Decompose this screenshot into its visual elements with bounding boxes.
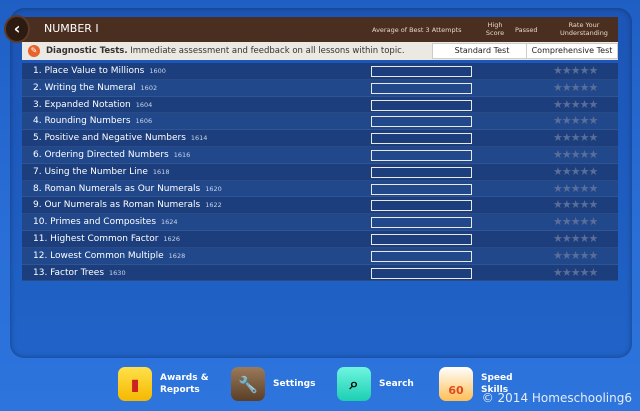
search-button[interactable]: ⌕ Search bbox=[337, 366, 414, 402]
score-bar bbox=[371, 233, 472, 245]
lesson-row[interactable]: 1. Place Value to Millions 1600 ★★★★★ bbox=[22, 63, 618, 80]
lesson-name[interactable]: 12. Lowest Common Multiple 1628 bbox=[33, 251, 185, 261]
lesson-name[interactable]: 6. Ordering Directed Numbers 1616 bbox=[33, 150, 190, 160]
settings-button[interactable]: 🔧 Settings bbox=[231, 366, 315, 402]
lesson-code: 1620 bbox=[205, 184, 222, 193]
lesson-name[interactable]: 10. Primes and Composites 1624 bbox=[33, 217, 178, 227]
lesson-row[interactable]: 6. Ordering Directed Numbers 1616 ★★★★★ bbox=[22, 146, 618, 164]
score-bar bbox=[371, 250, 472, 262]
lesson-row[interactable]: 11. Highest Common Factor 1626 ★★★★★ bbox=[22, 230, 618, 248]
search-icon: ⌕ bbox=[337, 367, 371, 401]
col-high-score: High Score bbox=[485, 21, 505, 37]
score-bar bbox=[371, 267, 472, 279]
lesson-code: 1614 bbox=[190, 134, 208, 143]
diagnostic-bar: ✎ Diagnostic Tests. Immediate assessment… bbox=[22, 42, 618, 60]
col-rate: Rate Your Understanding bbox=[560, 21, 608, 37]
diagnostic-icon: ✎ bbox=[28, 45, 40, 57]
topic-title: NUMBER I bbox=[44, 22, 99, 35]
lesson-name[interactable]: 11. Highest Common Factor 1626 bbox=[33, 234, 180, 244]
awards-reports-button[interactable]: ▮ Awards & Reports bbox=[118, 366, 220, 402]
lesson-row[interactable]: 10. Primes and Composites 1624 ★★★★★ bbox=[22, 214, 618, 231]
lesson-row[interactable]: 2. Writing the Numeral 1602 ★★★★★ bbox=[22, 79, 618, 97]
diagnostic-bold: Diagnostic Tests. bbox=[46, 46, 128, 56]
lesson-code: 1622 bbox=[205, 201, 222, 210]
lesson-name[interactable]: 9. Our Numerals as Roman Numerals 1622 bbox=[33, 200, 222, 210]
lesson-name[interactable]: 8. Roman Numerals as Our Numerals 1620 bbox=[33, 184, 222, 194]
score-bar bbox=[371, 82, 472, 94]
score-bar bbox=[371, 149, 472, 161]
col-passed: Passed bbox=[515, 26, 538, 34]
score-bar bbox=[371, 217, 472, 229]
rating-stars[interactable]: ★★★★★ bbox=[553, 64, 598, 77]
lesson-row[interactable]: 4. Rounding Numbers 1606 ★★★★★ bbox=[22, 113, 618, 131]
score-bar bbox=[371, 99, 472, 111]
rating-stars[interactable]: ★★★★★ bbox=[553, 249, 598, 262]
lesson-code: 1602 bbox=[140, 83, 158, 92]
col-average: Average of Best 3 Attempts bbox=[372, 26, 462, 34]
score-bar bbox=[371, 66, 472, 77]
lesson-name[interactable]: 7. Using the Number Line 1618 bbox=[33, 167, 169, 177]
lesson-row[interactable]: 7. Using the Number Line 1618 ★★★★★ bbox=[22, 163, 618, 181]
score-bar bbox=[371, 200, 472, 212]
lesson-name[interactable]: 5. Positive and Negative Numbers 1614 bbox=[33, 133, 207, 143]
lesson-row[interactable]: 3. Expanded Notation 1604 ★★★★★ bbox=[22, 96, 618, 114]
lesson-row[interactable]: 8. Roman Numerals as Our Numerals 1620 ★★★… bbox=[22, 180, 618, 198]
lesson-code: 1606 bbox=[135, 117, 153, 126]
rating-stars[interactable]: ★★★★★ bbox=[553, 182, 598, 195]
rating-stars[interactable]: ★★★★★ bbox=[553, 114, 598, 127]
back-button[interactable]: ‹ bbox=[4, 15, 30, 43]
topic-header: NUMBER I Average of Best 3 Attempts High… bbox=[22, 17, 618, 42]
rating-stars[interactable]: ★★★★★ bbox=[553, 266, 598, 279]
lesson-name[interactable]: 4. Rounding Numbers 1606 bbox=[33, 116, 152, 126]
standard-test-button[interactable]: Standard Test bbox=[432, 43, 532, 59]
lesson-list: 1. Place Value to Millions 1600 ★★★★★ 2. Wr… bbox=[22, 63, 618, 282]
lesson-code: 1616 bbox=[173, 150, 191, 159]
rating-stars[interactable]: ★★★★★ bbox=[553, 198, 598, 211]
rating-stars[interactable]: ★★★★★ bbox=[553, 81, 598, 94]
wrench-icon: 🔧 bbox=[231, 367, 265, 401]
score-bar bbox=[371, 166, 472, 178]
rating-stars[interactable]: ★★★★★ bbox=[553, 215, 598, 228]
score-bar bbox=[371, 133, 472, 145]
lesson-code: 1626 bbox=[163, 234, 180, 243]
lesson-code: 1628 bbox=[168, 251, 186, 260]
bar-chart-icon: ▮ bbox=[118, 367, 152, 401]
diagnostic-text: Immediate assessment and feedback on all… bbox=[127, 46, 405, 56]
lesson-name[interactable]: 13. Factor Trees 1630 bbox=[33, 268, 126, 278]
lesson-code: 1630 bbox=[109, 268, 126, 277]
rating-stars[interactable]: ★★★★★ bbox=[553, 98, 598, 111]
lesson-code: 1600 bbox=[149, 67, 166, 75]
rating-stars[interactable]: ★★★★★ bbox=[553, 131, 598, 144]
lesson-row[interactable]: 13. Factor Trees 1630 ★★★★★ bbox=[22, 264, 618, 282]
lesson-name[interactable]: 2. Writing the Numeral 1602 bbox=[33, 83, 157, 93]
comprehensive-test-button[interactable]: Comprehensive Test bbox=[526, 43, 618, 59]
lesson-code: 1618 bbox=[152, 167, 170, 176]
speedometer-icon: 60 bbox=[439, 367, 473, 401]
lesson-code: 1624 bbox=[161, 218, 178, 227]
score-bar bbox=[371, 183, 472, 195]
lesson-name[interactable]: 3. Expanded Notation 1604 bbox=[33, 100, 152, 110]
lesson-row[interactable]: 5. Positive and Negative Numbers 1614 ★★★★… bbox=[22, 130, 618, 147]
score-bar bbox=[371, 116, 472, 128]
lesson-row[interactable]: 9. Our Numerals as Roman Numerals 1622 ★★★… bbox=[22, 197, 618, 215]
lesson-row[interactable]: 12. Lowest Common Multiple 1628 ★★★★★ bbox=[22, 247, 618, 265]
rating-stars[interactable]: ★★★★★ bbox=[553, 148, 598, 161]
lesson-code: 1604 bbox=[135, 100, 153, 109]
lesson-name[interactable]: 1. Place Value to Millions 1600 bbox=[33, 66, 166, 76]
watermark: © 2014 Homeschooling6 bbox=[481, 391, 632, 405]
rating-stars[interactable]: ★★★★★ bbox=[553, 232, 598, 245]
rating-stars[interactable]: ★★★★★ bbox=[553, 165, 598, 178]
